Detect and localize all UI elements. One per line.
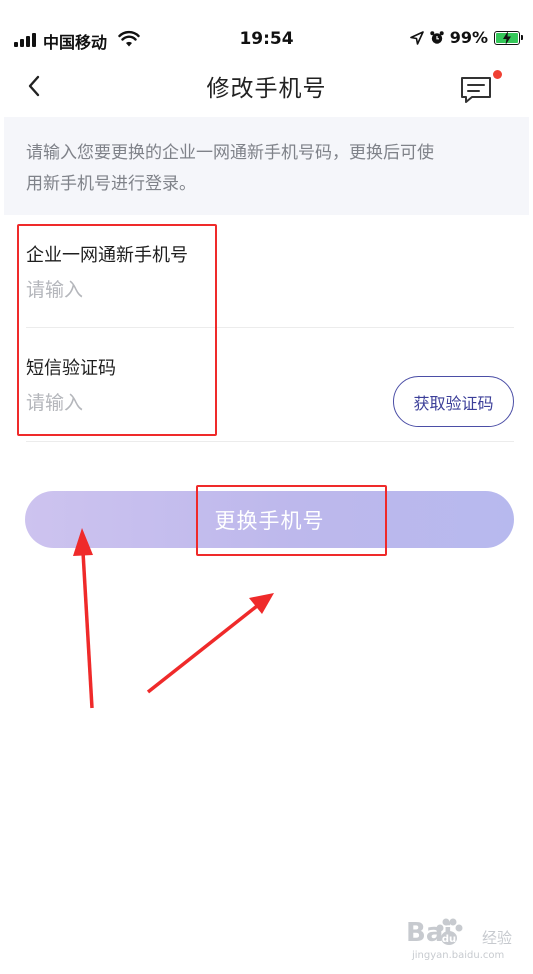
phone-label: 企业一网通新手机号	[26, 245, 188, 266]
battery-percent: 99%	[449, 28, 488, 47]
watermark-suffix: 经验	[482, 929, 513, 947]
get-code-button[interactable]: 获取验证码	[393, 376, 514, 427]
sms-code-label: 短信验证码	[26, 358, 116, 379]
info-line-2: 用新手机号进行登录。	[26, 174, 196, 194]
chevron-left-icon	[28, 75, 40, 97]
change-phone-button[interactable]: 更换手机号	[25, 491, 514, 548]
info-line-1: 请输入您要更换的企业一网通新手机号码，更换后可使	[26, 143, 434, 163]
nav-bar: 修改手机号	[0, 60, 533, 112]
signal-icon	[14, 33, 38, 47]
unread-badge	[493, 70, 502, 79]
wifi-icon	[118, 30, 140, 47]
battery-charging-icon	[494, 30, 520, 45]
back-button[interactable]	[18, 68, 50, 104]
phone-input[interactable]	[26, 275, 386, 305]
paw-logo-icon: du	[436, 918, 463, 945]
svg-text:du: du	[442, 934, 456, 945]
location-icon	[409, 30, 424, 45]
carrier-name: 中国移动	[43, 33, 108, 52]
annotation-arrow-right	[146, 593, 274, 694]
page-title: 修改手机号	[206, 76, 327, 102]
alarm-icon	[430, 30, 444, 44]
status-right-group: 99%	[409, 28, 523, 47]
info-notice: 请输入您要更换的企业一网通新手机号码，更换后可使 用新手机号进行登录。	[4, 117, 529, 215]
watermark-url: jingyan.baidu.com	[412, 950, 505, 961]
annotation-arrow-left	[73, 528, 94, 709]
watermark: Bai du 经验 jingyan.baidu.com	[372, 912, 532, 968]
divider	[26, 327, 514, 328]
battery-nub	[521, 35, 523, 40]
sms-code-input[interactable]	[26, 388, 376, 418]
message-button[interactable]	[456, 66, 502, 106]
divider	[26, 441, 514, 442]
